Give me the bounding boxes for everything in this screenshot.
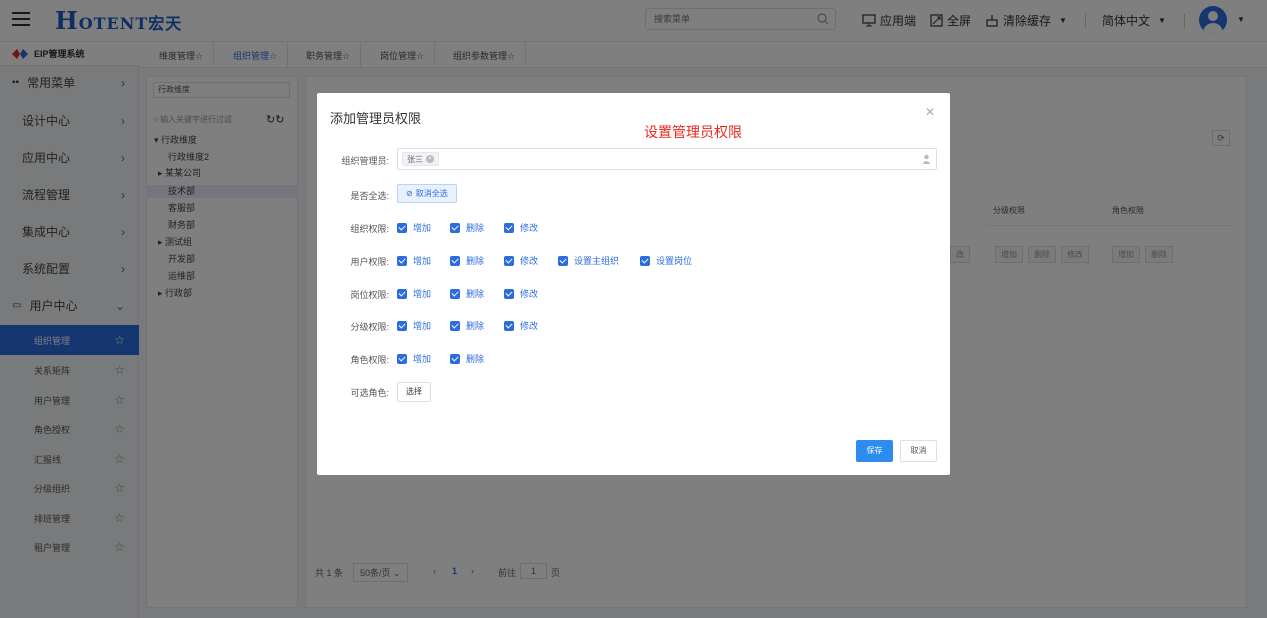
user-add-checkbox[interactable]: 增加 bbox=[397, 254, 431, 267]
select-all-label: 是否全选: bbox=[350, 191, 389, 201]
checkbox-label: 增加 bbox=[413, 256, 432, 266]
choose-role-button[interactable]: 选择 bbox=[397, 382, 431, 402]
annotation-text: 设置管理员权限 bbox=[644, 124, 742, 140]
checkbox-label: 删除 bbox=[466, 321, 485, 331]
role-add-checkbox[interactable]: 增加 bbox=[397, 352, 431, 365]
admin-tag[interactable]: 张三 × bbox=[402, 152, 439, 166]
circle-check-icon: ⊘ bbox=[406, 189, 413, 198]
checkbox-label: 删除 bbox=[466, 354, 485, 364]
checkbox-checked-icon bbox=[640, 255, 650, 266]
role-permission-label: 角色权限: bbox=[350, 355, 389, 365]
org-edit-checkbox[interactable]: 修改 bbox=[504, 221, 538, 234]
post-add-checkbox[interactable]: 增加 bbox=[397, 287, 431, 300]
user-permission-label: 用户权限: bbox=[350, 257, 389, 267]
checkbox-label: 增加 bbox=[413, 354, 432, 364]
checkbox-checked-icon bbox=[397, 320, 407, 331]
close-icon[interactable]: ✕ bbox=[925, 105, 935, 119]
grade-add-checkbox[interactable]: 增加 bbox=[397, 319, 431, 332]
checkbox-checked-icon bbox=[504, 320, 514, 331]
user-edit-checkbox[interactable]: 修改 bbox=[504, 254, 538, 267]
role-delete-checkbox[interactable]: 删除 bbox=[450, 352, 484, 365]
checkbox-label: 删除 bbox=[466, 223, 485, 233]
checkbox-checked-icon bbox=[450, 353, 460, 364]
checkbox-label: 修改 bbox=[520, 289, 539, 299]
save-button[interactable]: 保存 bbox=[856, 440, 893, 462]
grade-edit-checkbox[interactable]: 修改 bbox=[504, 319, 538, 332]
deselect-all-button[interactable]: ⊘ 取消全选 bbox=[397, 184, 457, 203]
checkbox-label: 增加 bbox=[413, 223, 432, 233]
checkbox-checked-icon bbox=[450, 320, 460, 331]
checkbox-checked-icon bbox=[558, 255, 568, 266]
checkbox-label: 修改 bbox=[520, 223, 539, 233]
checkbox-label: 设置岗位 bbox=[656, 256, 693, 266]
org-delete-checkbox[interactable]: 删除 bbox=[450, 221, 484, 234]
dialog-title: 添加管理员权限 bbox=[330, 111, 422, 126]
user-set-main-org-checkbox[interactable]: 设置主组织 bbox=[558, 254, 619, 267]
admin-label: 组织管理员: bbox=[341, 156, 389, 166]
user-set-post-checkbox[interactable]: 设置岗位 bbox=[640, 254, 692, 267]
deselect-all-label: 取消全选 bbox=[415, 189, 448, 198]
org-add-checkbox[interactable]: 增加 bbox=[397, 221, 431, 234]
admin-tag-label: 张三 bbox=[407, 154, 423, 164]
checkbox-label: 增加 bbox=[413, 289, 432, 299]
checkbox-checked-icon bbox=[397, 222, 407, 233]
grade-delete-checkbox[interactable]: 删除 bbox=[450, 319, 484, 332]
checkbox-checked-icon bbox=[504, 255, 514, 266]
checkbox-label: 设置主组织 bbox=[574, 256, 620, 266]
cancel-button[interactable]: 取消 bbox=[900, 440, 937, 462]
checkbox-label: 修改 bbox=[520, 321, 539, 331]
checkbox-label: 删除 bbox=[466, 289, 485, 299]
checkbox-checked-icon bbox=[397, 353, 407, 364]
checkbox-label: 修改 bbox=[520, 256, 539, 266]
post-delete-checkbox[interactable]: 删除 bbox=[450, 287, 484, 300]
tag-close-icon[interactable]: × bbox=[426, 155, 434, 163]
post-permission-label: 岗位权限: bbox=[350, 290, 389, 300]
org-permission-label: 组织权限: bbox=[350, 224, 389, 234]
add-admin-permission-dialog: 添加管理员权限 ✕ 设置管理员权限 组织管理员: 张三 × 是否全选: ⊘ 取消全选… bbox=[317, 93, 950, 475]
checkbox-checked-icon bbox=[504, 288, 514, 299]
checkbox-checked-icon bbox=[450, 255, 460, 266]
checkbox-checked-icon bbox=[397, 255, 407, 266]
checkbox-checked-icon bbox=[450, 288, 460, 299]
checkbox-checked-icon bbox=[450, 222, 460, 233]
user-icon[interactable] bbox=[922, 154, 931, 164]
post-edit-checkbox[interactable]: 修改 bbox=[504, 287, 538, 300]
user-delete-checkbox[interactable]: 删除 bbox=[450, 254, 484, 267]
roles-label: 可选角色: bbox=[350, 388, 389, 398]
admin-select[interactable]: 张三 × bbox=[397, 148, 937, 170]
checkbox-checked-icon bbox=[397, 288, 407, 299]
grade-permission-label: 分级权限: bbox=[350, 322, 389, 332]
checkbox-label: 增加 bbox=[413, 321, 432, 331]
checkbox-checked-icon bbox=[504, 222, 514, 233]
checkbox-label: 删除 bbox=[466, 256, 485, 266]
